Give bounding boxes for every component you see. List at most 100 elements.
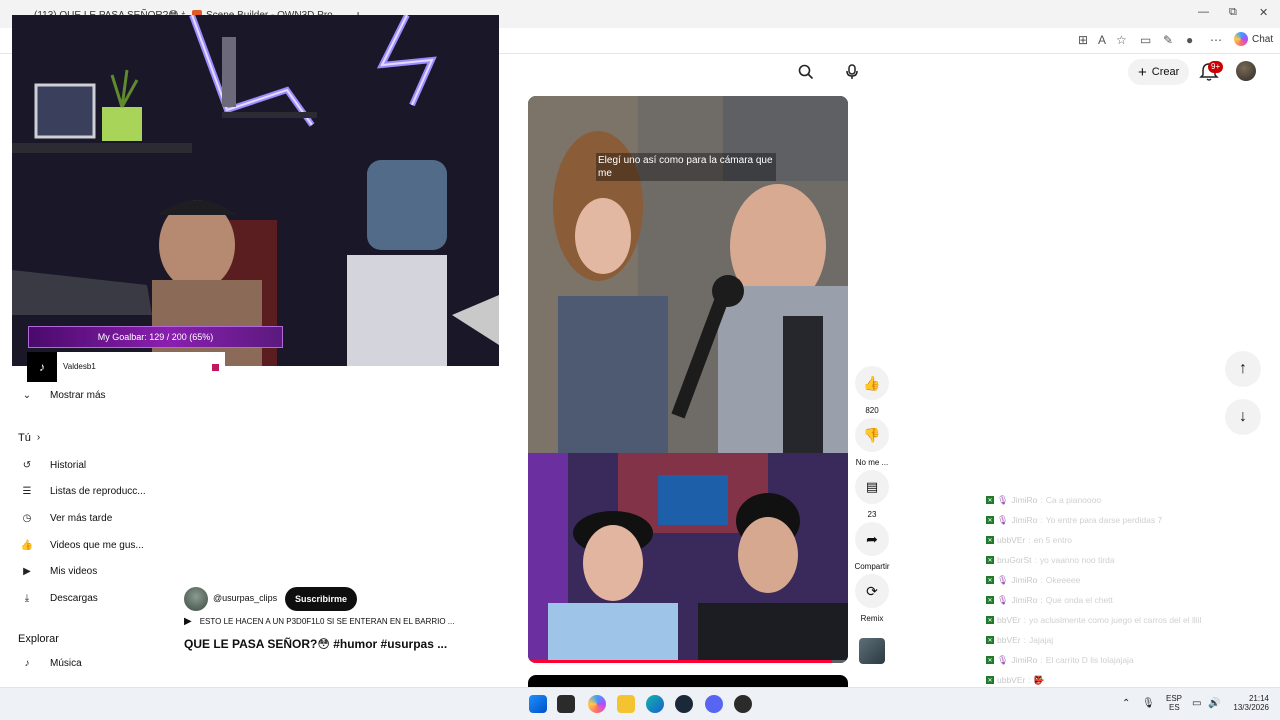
sidebar-item-label: Mostrar más: [50, 389, 106, 401]
playlists-icon: ☰: [22, 485, 32, 497]
sidebar-item-playlists[interactable]: ☰ Listas de reproducc...: [18, 480, 146, 502]
copilot-taskbar-icon[interactable]: [588, 695, 606, 713]
maximize-button[interactable]: ⧉: [1229, 6, 1237, 19]
tiktok-accent: [212, 364, 219, 371]
discord-icon[interactable]: [705, 695, 723, 713]
next-short-preview[interactable]: [528, 675, 848, 687]
sidebar-item-my-videos[interactable]: ▶ Mis videos: [18, 560, 97, 582]
extensions-icon[interactable]: ✎: [1163, 33, 1173, 47]
create-button[interactable]: + Crear: [1128, 59, 1190, 85]
liked-icon: 👍: [20, 539, 34, 551]
copilot-icon: [1234, 32, 1248, 46]
chat-separator: :: [1040, 595, 1043, 605]
history-icon: ↺: [22, 459, 32, 471]
audio-source-thumbnail[interactable]: [859, 638, 885, 664]
my-videos-icon: ▶: [23, 565, 31, 577]
stream-webcam-overlay: My Goalbar: 129 / 200 (65%): [12, 15, 499, 366]
volume-icon[interactable]: 🔊: [1208, 698, 1220, 709]
channel-name[interactable]: @usurpas_clips: [213, 593, 277, 603]
language-indicator[interactable]: ESP ES: [1166, 694, 1182, 712]
favorite-icon[interactable]: ☆: [1116, 33, 1127, 47]
sidebar-item-music[interactable]: ♪ Música: [18, 652, 82, 674]
sidebar-item-history[interactable]: ↺ Historial: [18, 454, 86, 476]
network-icon[interactable]: ▭: [1192, 698, 1201, 709]
comments-button[interactable]: ▤ 23: [852, 470, 892, 519]
chat-text: Ca a pianoooo: [1045, 495, 1102, 505]
chat-mic-badge-icon: 🎙: [997, 654, 1009, 665]
chat-separator: :: [1028, 535, 1031, 545]
sidebar-item-liked[interactable]: 👍 Videos que me gus...: [18, 534, 144, 556]
chat-separator: :: [1040, 575, 1043, 585]
webcam-scene: [12, 15, 499, 366]
keyboard-layout: ES: [1169, 703, 1180, 712]
read-aloud-icon[interactable]: A: [1098, 33, 1106, 47]
remix-button[interactable]: ⟳ Remix: [852, 574, 892, 623]
chat-separator: :: [1040, 495, 1043, 505]
microphone-icon: [846, 64, 858, 79]
obs-icon[interactable]: [734, 695, 752, 713]
chat-username: ubbVEr: [997, 535, 1026, 545]
clock-time: 21:14: [1248, 694, 1269, 703]
watch-later-icon: ◷: [22, 512, 32, 524]
channel-avatar[interactable]: [184, 587, 208, 611]
video-bottom-frame: [528, 453, 848, 663]
tiktok-tag: ♪ Valdesb1: [27, 352, 225, 382]
chat-message: ✕ ubbVEr: 👺: [986, 673, 1044, 687]
chat-message: ✕ 🎙 JimiRo: El carrito D lis lolajajaja: [986, 653, 1134, 667]
chat-username: bruGorSt: [997, 555, 1032, 565]
next-short-button[interactable]: ↓: [1225, 399, 1261, 435]
profile-icon[interactable]: ●: [1186, 33, 1193, 47]
sidebar-item-downloads[interactable]: ⤓ Descargas: [18, 587, 98, 609]
chat-username: JimiRo: [1011, 575, 1038, 585]
chevron-up-icon[interactable]: ⌃: [1122, 698, 1130, 709]
sidebar-explore-heading: Explorar: [18, 633, 59, 645]
sidebar-show-more[interactable]: ⌄ Mostrar más: [18, 384, 106, 406]
sound-link[interactable]: ▶ ESTO LE HACEN A UN P3D0F1L0 SI SE ENTE…: [184, 616, 454, 627]
sidebar-item-watch-later[interactable]: ◷ Ver más tarde: [18, 507, 113, 529]
subscribe-button[interactable]: Suscribirme: [285, 587, 358, 611]
sidebar-you-heading[interactable]: Tú ›: [18, 432, 40, 444]
split-screen-icon[interactable]: ▭: [1140, 33, 1151, 47]
more-menu-icon[interactable]: ⋯: [1210, 33, 1222, 47]
share-button[interactable]: ➦ Compartir: [852, 522, 892, 571]
sidebar-item-label: Videos que me gus...: [50, 539, 144, 551]
previous-short-button[interactable]: ↑: [1225, 351, 1261, 387]
file-explorer-icon[interactable]: [617, 695, 635, 713]
short-video-player[interactable]: Elegí uno así como para la cámara que me: [528, 96, 848, 663]
chat-mic-badge-icon: 🎙: [997, 494, 1009, 505]
sidebar-item-label: Historial: [50, 459, 87, 471]
dislike-button[interactable]: 👎 No me ...: [852, 418, 892, 467]
windows-taskbar: [0, 687, 1280, 720]
sidebar-item-label: Listas de reproducc...: [50, 485, 146, 497]
chat-username: JimiRo: [1011, 495, 1038, 505]
sidebar-item-label: Descargas: [50, 592, 98, 604]
chat-text: en 5 entro: [1033, 535, 1073, 545]
search-button[interactable]: [788, 60, 824, 84]
share-label: Compartir: [854, 562, 890, 571]
voice-search-button[interactable]: [838, 58, 866, 86]
goal-text: My Goalbar: 129 / 200 (65%): [97, 332, 214, 342]
chat-badge-icon: ✕: [986, 656, 994, 664]
account-avatar[interactable]: [1236, 61, 1256, 81]
windows-start-icon[interactable]: [529, 695, 547, 713]
dislike-icon: 👎: [863, 426, 881, 443]
like-button[interactable]: 👍 820: [852, 366, 892, 415]
chat-message: ✕ bbVEr: yo acluslmente como juego el carr…: [986, 613, 1201, 627]
close-window-button[interactable]: ✕: [1259, 6, 1268, 19]
app-available-icon[interactable]: ⊞: [1078, 33, 1088, 47]
task-view-icon[interactable]: [557, 695, 575, 713]
copilot-chat-button[interactable]: Chat: [1234, 32, 1273, 46]
short-title[interactable]: QUE LE PASA SEÑOR?😳 #humor #usurpas ...: [184, 637, 447, 651]
clock[interactable]: 21:14 13/3/2026: [1225, 694, 1269, 712]
edge-icon[interactable]: [646, 695, 664, 713]
play-icon: ▶: [184, 616, 192, 627]
microphone-tray-icon[interactable]: 🎙: [1142, 698, 1155, 709]
chat-badge-icon: ✕: [986, 636, 994, 644]
video-progress-bar[interactable]: [528, 660, 848, 663]
steam-icon[interactable]: [675, 695, 693, 713]
interview-scene: [528, 96, 848, 453]
dislike-label: No me ...: [855, 458, 889, 467]
chat-badge-icon: ✕: [986, 496, 994, 504]
minimize-button[interactable]: —: [1198, 6, 1209, 18]
language-code: ESP: [1166, 694, 1183, 703]
